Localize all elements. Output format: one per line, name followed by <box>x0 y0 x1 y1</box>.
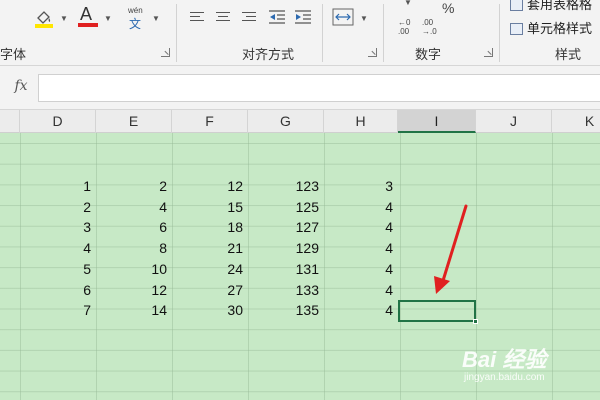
cell-e7[interactable]: 14 <box>96 300 167 320</box>
cell-d5[interactable]: 5 <box>20 259 91 279</box>
decrease-decimal-icon[interactable]: .00 →.0 <box>422 18 437 36</box>
column-headers: DEFGHIJK <box>0 110 600 133</box>
cell-e2[interactable]: 4 <box>96 197 167 217</box>
watermark-url: jingyan.baidu.com <box>464 372 545 383</box>
merge-dropdown-icon[interactable]: ▼ <box>360 14 368 23</box>
align-left-icon[interactable] <box>190 12 206 24</box>
cell-e6[interactable]: 12 <box>96 280 167 300</box>
ribbon: ▼ A ▼ wén 文 ▼ 字体 ▼ 对齐方式 ▼ % ←0 .00 .00 →… <box>0 0 600 66</box>
cell-d1[interactable]: 1 <box>20 176 91 196</box>
phonetic-guide-top-text: wén <box>128 6 143 15</box>
cell-g5[interactable]: 131 <box>248 259 319 279</box>
cell-e4[interactable]: 8 <box>96 238 167 258</box>
alignment-dialog-launcher-icon[interactable] <box>368 48 377 57</box>
watermark-brand: Bai 经验 <box>462 347 547 372</box>
cell-f5[interactable]: 24 <box>172 259 243 279</box>
font-color-letter: A <box>80 4 93 24</box>
cell-g3[interactable]: 127 <box>248 217 319 237</box>
cell-g1[interactable]: 123 <box>248 176 319 196</box>
increase-indent-icon[interactable] <box>294 9 312 25</box>
phonetic-guide-bottom-text: 文 <box>129 17 142 31</box>
cell-d7[interactable]: 7 <box>20 300 91 320</box>
insert-function-button[interactable]: fx <box>8 74 34 100</box>
align-center-icon[interactable] <box>216 12 232 24</box>
cell-h2[interactable]: 4 <box>324 197 393 217</box>
format-as-table-label: 套用表格格 <box>527 0 593 12</box>
cell-d2[interactable]: 2 <box>20 197 91 217</box>
cell-styles-label: 单元格样式 <box>527 21 593 36</box>
cell-h6[interactable]: 4 <box>324 280 393 300</box>
cell-g4[interactable]: 129 <box>248 238 319 258</box>
cell-d4[interactable]: 4 <box>20 238 91 258</box>
column-header-d[interactable]: D <box>20 110 96 133</box>
font-color-dropdown-icon[interactable]: ▼ <box>104 14 112 23</box>
column-header-h[interactable]: H <box>324 110 398 133</box>
increase-decimal-icon[interactable]: ←0.00 <box>398 18 410 36</box>
fill-color-dropdown-icon[interactable]: ▼ <box>60 14 68 23</box>
alignment-group-label: 对齐方式 <box>242 47 295 62</box>
cell-e3[interactable]: 6 <box>96 217 167 237</box>
cell-g6[interactable]: 133 <box>248 280 319 300</box>
align-right-icon[interactable] <box>242 12 258 24</box>
group-divider <box>322 4 323 62</box>
cell-f4[interactable]: 21 <box>172 238 243 258</box>
font-dialog-launcher-icon[interactable] <box>161 48 170 57</box>
cell-d6[interactable]: 6 <box>20 280 91 300</box>
group-divider <box>499 4 500 62</box>
decrease-indent-icon[interactable] <box>268 9 286 25</box>
format-as-table-button[interactable]: 套用表格格 <box>510 0 592 13</box>
cell-g2[interactable]: 125 <box>248 197 319 217</box>
font-color-icon[interactable]: A <box>78 4 98 28</box>
selected-cell[interactable] <box>398 300 478 324</box>
currency-dropdown-icon[interactable]: ▼ <box>404 0 412 7</box>
column-header-g[interactable]: G <box>248 110 324 133</box>
watermark: Bai 经验 jingyan.baidu.com <box>458 342 596 392</box>
phonetic-guide-icon[interactable]: wén 文 <box>124 6 146 31</box>
cell-f7[interactable]: 30 <box>172 300 243 320</box>
number-dialog-launcher-icon[interactable] <box>484 48 493 57</box>
group-divider <box>383 4 384 62</box>
column-header-f[interactable]: F <box>172 110 248 133</box>
group-divider <box>176 4 177 62</box>
cell-f1[interactable]: 12 <box>172 176 243 196</box>
cell-h4[interactable]: 4 <box>324 238 393 258</box>
column-header-e[interactable]: E <box>96 110 172 133</box>
formula-input[interactable] <box>38 74 600 102</box>
column-header-j[interactable]: J <box>476 110 552 133</box>
cell-h5[interactable]: 4 <box>324 259 393 279</box>
percent-style-icon[interactable]: % <box>442 0 454 16</box>
cell-h3[interactable]: 4 <box>324 217 393 237</box>
merge-center-icon[interactable] <box>332 8 354 26</box>
cell-g7[interactable]: 135 <box>248 300 319 320</box>
cell-e5[interactable]: 10 <box>96 259 167 279</box>
phonetic-dropdown-icon[interactable]: ▼ <box>152 14 160 23</box>
column-header-k[interactable]: K <box>552 110 600 133</box>
cell-styles-button[interactable]: 单元格样式 <box>510 18 592 37</box>
number-group-label: 数字 <box>415 47 442 62</box>
cell-d3[interactable]: 3 <box>20 217 91 237</box>
styles-group-label: 样式 <box>555 47 582 62</box>
cell-h1[interactable]: 3 <box>324 176 393 196</box>
column-header-i[interactable]: I <box>398 110 476 133</box>
cell-e1[interactable]: 2 <box>96 176 167 196</box>
fill-handle[interactable] <box>473 319 478 324</box>
cell-styles-icon <box>510 23 523 35</box>
font-group-label: 字体 <box>0 47 27 62</box>
table-format-icon <box>510 0 523 11</box>
cell-f3[interactable]: 18 <box>172 217 243 237</box>
cell-h7[interactable]: 4 <box>324 300 393 320</box>
column-header-stub <box>0 110 20 133</box>
cell-f2[interactable]: 15 <box>172 197 243 217</box>
fill-color-icon[interactable] <box>34 8 54 28</box>
font-color-swatch <box>78 23 98 27</box>
formula-bar: fx <box>0 66 600 110</box>
cell-f6[interactable]: 27 <box>172 280 243 300</box>
